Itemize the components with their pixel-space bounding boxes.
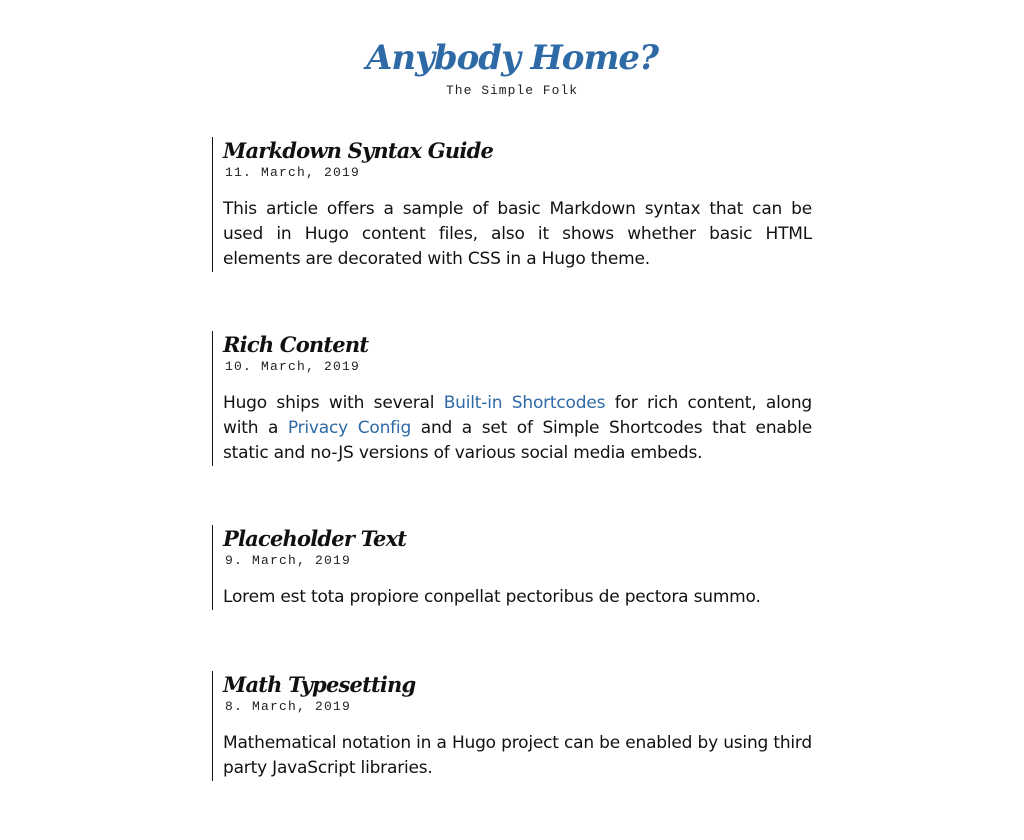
built-in-shortcodes-link[interactable]: Built-in Shortcodes: [444, 393, 606, 413]
post-date: 10. March, 2019: [225, 359, 361, 374]
post-title-link[interactable]: Markdown Syntax Guide: [223, 137, 812, 165]
post-date: 8. March, 2019: [225, 699, 352, 714]
post-item: Rich Content 10. March, 2019 Hugo ships …: [212, 331, 812, 466]
post-title-link[interactable]: Math Typesetting: [223, 671, 812, 699]
privacy-config-link[interactable]: Privacy Config: [288, 418, 411, 438]
post-summary: Hugo ships with several Built-in Shortco…: [223, 391, 812, 466]
post-summary: Lorem est tota propiore conpellat pector…: [223, 587, 761, 607]
post-title-link[interactable]: Placeholder Text: [223, 525, 812, 553]
post-item: Math Typesetting 8. March, 2019 Mathemat…: [212, 671, 812, 781]
post-summary: Mathematical notation in a Hugo project …: [223, 733, 812, 778]
site-title-link[interactable]: Anybody Home?: [366, 36, 659, 80]
site-subtitle: The Simple Folk: [445, 83, 579, 98]
post-title-link[interactable]: Rich Content: [223, 331, 812, 359]
post-item: Markdown Syntax Guide 11. March, 2019 Th…: [212, 137, 812, 272]
post-date: 9. March, 2019: [225, 553, 352, 568]
post-summary: This article offers a sample of basic Ma…: [223, 199, 812, 269]
summary-text: Hugo ships with several: [223, 393, 444, 413]
post-date: 11. March, 2019: [225, 165, 361, 180]
post-list: Markdown Syntax Guide 11. March, 2019 Th…: [212, 137, 812, 840]
post-item: Placeholder Text 9. March, 2019 Lorem es…: [212, 525, 812, 610]
site-header: Anybody Home? The Simple Folk: [0, 36, 1024, 99]
